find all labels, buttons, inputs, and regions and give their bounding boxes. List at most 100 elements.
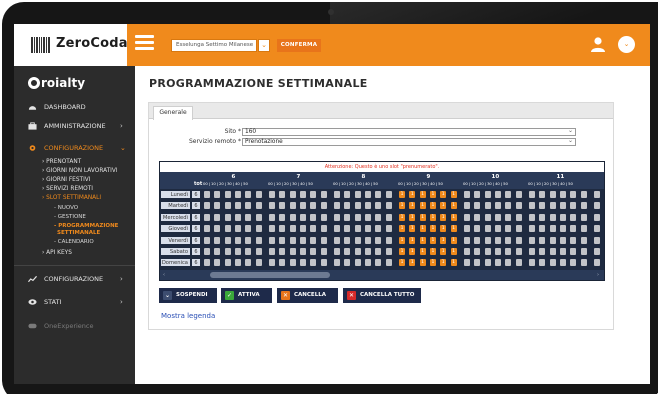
scrollbar-thumb[interactable] [210, 272, 330, 278]
slot-cell[interactable] [269, 236, 275, 244]
slot-cell[interactable] [505, 202, 512, 210]
slot-cell-active[interactable]: 1 [450, 213, 457, 221]
slot-cell[interactable] [484, 213, 491, 221]
sidebar-item-configurazione-stats[interactable]: CONFIGURAZIONE › [14, 271, 135, 287]
slot-cell[interactable] [464, 225, 470, 233]
slot-cell-active[interactable]: 1 [419, 259, 426, 267]
slot-cell-active[interactable]: 1 [419, 191, 426, 198]
slot-cell[interactable] [580, 236, 587, 244]
slot-cell[interactable] [539, 213, 546, 221]
slot-cell[interactable] [354, 236, 361, 244]
slot-cell[interactable] [279, 248, 286, 255]
slot-cell[interactable] [279, 202, 286, 210]
slot-cell[interactable] [354, 213, 361, 221]
slot-cell[interactable] [375, 259, 382, 267]
store-select[interactable]: Esselunga Settimo Milanese [171, 39, 257, 52]
slot-cell-active[interactable]: 1 [399, 259, 405, 267]
slot-cell[interactable] [289, 248, 296, 255]
sidebar-item-configurazione[interactable]: CONFIGURAZIONE ⌄ [14, 140, 135, 156]
slot-cell[interactable] [269, 259, 275, 267]
slot-cell[interactable] [320, 225, 327, 233]
slot-cell-active[interactable]: 1 [450, 202, 457, 210]
slot-cell[interactable] [224, 191, 231, 198]
slot-cell[interactable] [334, 213, 340, 221]
user-menu-button[interactable]: ⌄ [618, 36, 635, 53]
slot-cell[interactable] [344, 225, 351, 233]
scroll-right-icon[interactable]: › [597, 270, 599, 280]
slot-cell[interactable] [474, 236, 481, 244]
slot-cell[interactable] [375, 213, 382, 221]
slot-cell[interactable] [204, 213, 210, 221]
slot-cell-active[interactable]: 1 [429, 225, 436, 233]
slot-cell[interactable] [344, 213, 351, 221]
slot-cell-active[interactable]: 1 [399, 236, 405, 244]
slot-cell[interactable] [224, 259, 231, 267]
slot-cell[interactable] [299, 259, 306, 267]
slot-cell[interactable] [214, 191, 221, 198]
slot-cell[interactable] [245, 248, 252, 255]
slot-cell[interactable] [364, 202, 371, 210]
slot-cell[interactable] [320, 259, 327, 267]
slot-cell[interactable] [559, 202, 566, 210]
slot-cell[interactable] [559, 225, 566, 233]
slot-cell[interactable] [529, 191, 535, 198]
slot-cell[interactable] [255, 236, 262, 244]
slot-cell[interactable] [580, 213, 587, 221]
slot-cell[interactable] [580, 191, 587, 198]
slot-cell[interactable] [299, 236, 306, 244]
slot-cell[interactable] [334, 248, 340, 255]
slot-cell[interactable] [354, 248, 361, 255]
slot-cell[interactable] [484, 248, 491, 255]
site-select[interactable]: 160 ⌄ [242, 128, 576, 136]
slot-cell[interactable] [204, 248, 210, 255]
slot-cell[interactable] [334, 191, 340, 198]
slot-cell[interactable] [529, 236, 535, 244]
slot-cell[interactable] [204, 259, 210, 267]
slot-cell[interactable] [594, 202, 600, 210]
slot-cell[interactable] [320, 191, 327, 198]
slot-cell-active[interactable]: 1 [419, 202, 426, 210]
slot-cell[interactable] [364, 248, 371, 255]
slot-cell[interactable] [529, 202, 535, 210]
slot-cell[interactable] [269, 191, 275, 198]
slot-cell-active[interactable]: 1 [450, 191, 457, 198]
slot-cell[interactable] [549, 202, 556, 210]
slot-cell[interactable] [375, 225, 382, 233]
slot-cell[interactable] [494, 248, 501, 255]
slot-cell[interactable] [559, 191, 566, 198]
slot-cell[interactable] [224, 225, 231, 233]
sidebar-subsub-item[interactable]: - NUOVO [54, 205, 78, 212]
slot-cell[interactable] [299, 191, 306, 198]
slot-cell-active[interactable]: 1 [429, 259, 436, 267]
slot-cell[interactable] [310, 213, 317, 221]
slot-cell[interactable] [549, 236, 556, 244]
sidebar-sub-item[interactable]: › GIORNI FESTIVI [42, 176, 90, 184]
slot-cell[interactable] [494, 225, 501, 233]
sospendi-button[interactable]: ⌄ SOSPENDI [159, 288, 217, 303]
slot-cell[interactable] [234, 236, 241, 244]
menu-toggle-icon[interactable] [135, 35, 154, 50]
sidebar-item-dashboard[interactable]: DASHBOARD [14, 99, 135, 115]
scroll-left-icon[interactable]: ‹ [163, 270, 165, 280]
sidebar-sub-item[interactable]: › SERVIZI REMOTI [42, 185, 93, 193]
slot-cell[interactable] [364, 236, 371, 244]
slot-cell[interactable] [310, 202, 317, 210]
slot-cell[interactable] [354, 259, 361, 267]
slot-cell[interactable] [310, 236, 317, 244]
user-icon[interactable] [590, 36, 606, 52]
slot-cell[interactable] [224, 202, 231, 210]
slot-cell[interactable] [289, 259, 296, 267]
slot-cell[interactable] [474, 191, 481, 198]
slot-cell[interactable] [494, 202, 501, 210]
slot-cell[interactable] [245, 236, 252, 244]
slot-cell[interactable] [570, 213, 577, 221]
slot-cell[interactable] [375, 202, 382, 210]
slot-cell[interactable] [464, 248, 470, 255]
slot-cell[interactable] [299, 202, 306, 210]
slot-cell-active[interactable]: 1 [429, 236, 436, 244]
slot-cell[interactable] [320, 213, 327, 221]
slot-cell[interactable] [245, 259, 252, 267]
slot-cell-active[interactable]: 1 [399, 191, 405, 198]
slot-cell[interactable] [204, 191, 210, 198]
slot-cell[interactable] [269, 225, 275, 233]
